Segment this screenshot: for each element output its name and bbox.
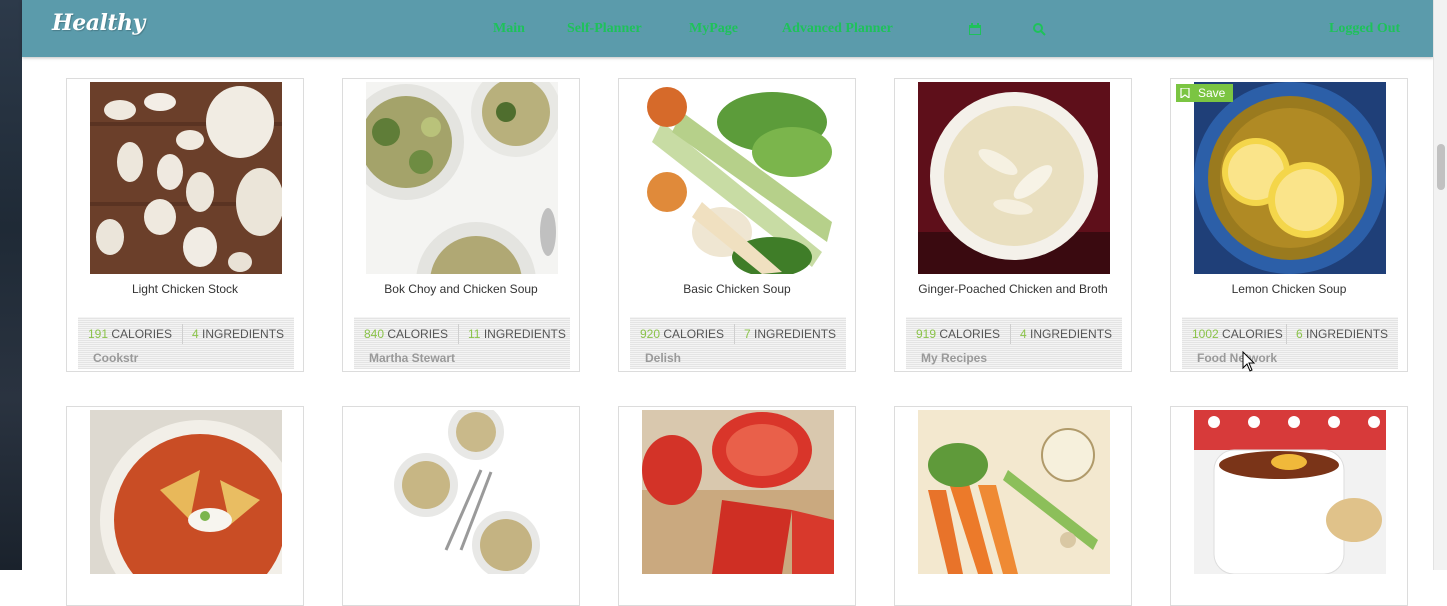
recipe-image[interactable] bbox=[918, 410, 1110, 574]
recipe-card[interactable]: Bok Choy and Chicken Soup 840 CALORIES 1… bbox=[342, 78, 580, 372]
stat-divider bbox=[182, 324, 183, 344]
scrollbar-thumb[interactable] bbox=[1437, 144, 1445, 190]
calories-value: 1002 bbox=[1192, 327, 1219, 341]
recipe-card[interactable]: Light Chicken Stock 191 CALORIES 4 INGRE… bbox=[66, 78, 304, 372]
ingredients-label: INGREDIENTS bbox=[1030, 327, 1113, 341]
recipe-card[interactable] bbox=[894, 406, 1132, 606]
calories-label: CALORIES bbox=[111, 327, 173, 341]
calendar-icon[interactable] bbox=[968, 22, 982, 36]
recipe-image[interactable] bbox=[1194, 410, 1386, 574]
recipe-card[interactable] bbox=[618, 406, 856, 606]
calories-stat: 919 CALORIES bbox=[916, 327, 1000, 341]
calories-label: CALORIES bbox=[1222, 327, 1283, 341]
recipe-title[interactable]: Basic Chicken Soup bbox=[619, 282, 855, 296]
recipe-card[interactable]: Basic Chicken Soup 920 CALORIES 7 INGRED… bbox=[618, 78, 856, 372]
calories-stat: 920 CALORIES bbox=[640, 327, 724, 341]
stat-divider bbox=[734, 324, 735, 344]
logout-link[interactable]: Logged Out bbox=[1329, 21, 1400, 37]
recipe-image[interactable] bbox=[90, 82, 282, 274]
top-navbar: Healthy Main Self-Planner MyPage Advance… bbox=[22, 0, 1433, 57]
recipe-image[interactable] bbox=[642, 82, 834, 274]
ingredients-label: INGREDIENTS bbox=[1306, 327, 1389, 341]
nav-main[interactable]: Main bbox=[493, 21, 525, 37]
ingredients-stat: 4 INGREDIENTS bbox=[1020, 327, 1112, 341]
ingredients-stat: 6 INGREDIENTS bbox=[1296, 327, 1388, 341]
save-label: Save bbox=[1198, 86, 1226, 100]
site-logo[interactable]: Healthy bbox=[52, 10, 145, 36]
recipe-stats: 919 CALORIES 4 INGREDIENTS My Recipes bbox=[906, 317, 1122, 369]
recipe-title[interactable]: Lemon Chicken Soup bbox=[1171, 282, 1407, 296]
desktop-background bbox=[0, 0, 22, 570]
recipe-title[interactable]: Light Chicken Stock bbox=[67, 282, 303, 296]
recipe-card[interactable] bbox=[1170, 406, 1408, 606]
ingredients-stat: 11 INGREDIENTS bbox=[468, 327, 566, 341]
recipe-source[interactable]: Cookstr bbox=[93, 351, 138, 365]
recipe-image[interactable] bbox=[642, 410, 834, 574]
recipe-stats: 191 CALORIES 4 INGREDIENTS Cookstr bbox=[78, 317, 294, 369]
calories-label: CALORIES bbox=[387, 327, 449, 341]
ingredients-stat: 4 INGREDIENTS bbox=[192, 327, 284, 341]
recipe-source[interactable]: My Recipes bbox=[921, 351, 987, 365]
recipe-image[interactable] bbox=[366, 82, 558, 274]
recipe-stats: 920 CALORIES 7 INGREDIENTS Delish bbox=[630, 317, 846, 369]
calories-value: 920 bbox=[640, 327, 661, 341]
save-button[interactable]: Save bbox=[1176, 84, 1233, 102]
vertical-scrollbar[interactable] bbox=[1433, 0, 1447, 570]
nav-mypage[interactable]: MyPage bbox=[689, 21, 738, 37]
calories-value: 191 bbox=[88, 327, 109, 341]
ingredients-value: 11 bbox=[468, 327, 481, 341]
calories-stat: 1002 CALORIES bbox=[1192, 327, 1283, 341]
calories-label: CALORIES bbox=[663, 327, 725, 341]
stat-divider bbox=[1010, 324, 1011, 344]
ingredients-value: 6 bbox=[1296, 327, 1303, 341]
recipe-card[interactable]: Save Lemon Chicken Soup 1002 CALORIES 6 … bbox=[1170, 78, 1408, 372]
recipe-image[interactable] bbox=[1194, 82, 1386, 274]
ingredients-label: INGREDIENTS bbox=[483, 327, 566, 341]
stat-divider bbox=[1286, 324, 1287, 344]
calories-value: 919 bbox=[916, 327, 937, 341]
recipe-stats: 840 CALORIES 11 INGREDIENTS Martha Stewa… bbox=[354, 317, 570, 369]
ingredients-label: INGREDIENTS bbox=[202, 327, 285, 341]
recipe-image[interactable] bbox=[366, 410, 558, 574]
bookmark-icon bbox=[1180, 88, 1190, 98]
page: Healthy Main Self-Planner MyPage Advance… bbox=[22, 0, 1433, 606]
recipe-stats: 1002 CALORIES 6 INGREDIENTS Food Network bbox=[1182, 317, 1398, 369]
calories-stat: 840 CALORIES bbox=[364, 327, 448, 341]
nav-advanced-planner[interactable]: Advanced Planner bbox=[782, 21, 893, 37]
ingredients-label: INGREDIENTS bbox=[754, 327, 837, 341]
nav-self-planner[interactable]: Self-Planner bbox=[567, 21, 642, 37]
recipe-card[interactable]: Ginger-Poached Chicken and Broth 919 CAL… bbox=[894, 78, 1132, 372]
recipe-card[interactable] bbox=[66, 406, 304, 606]
stat-divider bbox=[458, 324, 459, 344]
ingredients-value: 4 bbox=[1020, 327, 1027, 341]
ingredients-value: 4 bbox=[192, 327, 199, 341]
ingredients-value: 7 bbox=[744, 327, 751, 341]
recipe-source[interactable]: Food Network bbox=[1197, 351, 1277, 365]
calories-value: 840 bbox=[364, 327, 385, 341]
recipe-source[interactable]: Delish bbox=[645, 351, 681, 365]
recipe-source[interactable]: Martha Stewart bbox=[369, 351, 455, 365]
ingredients-stat: 7 INGREDIENTS bbox=[744, 327, 836, 341]
calories-stat: 191 CALORIES bbox=[88, 327, 172, 341]
recipe-title[interactable]: Ginger-Poached Chicken and Broth bbox=[895, 282, 1131, 296]
mouse-cursor-icon bbox=[1242, 351, 1256, 372]
search-icon[interactable] bbox=[1032, 22, 1046, 36]
calories-label: CALORIES bbox=[939, 327, 1001, 341]
recipe-card[interactable] bbox=[342, 406, 580, 606]
recipe-title[interactable]: Bok Choy and Chicken Soup bbox=[343, 282, 579, 296]
recipe-image[interactable] bbox=[918, 82, 1110, 274]
recipe-image[interactable] bbox=[90, 410, 282, 574]
